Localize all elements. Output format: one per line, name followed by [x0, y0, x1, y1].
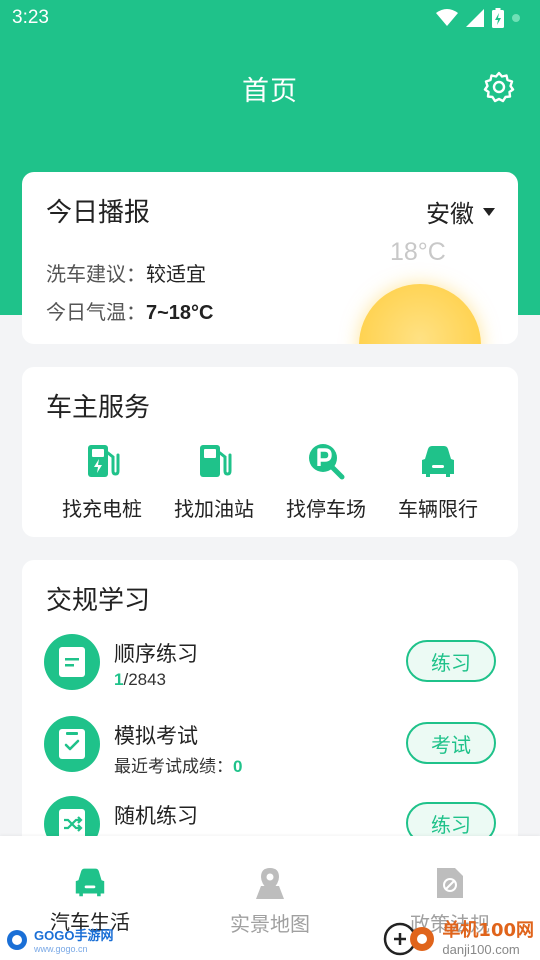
car-icon	[75, 868, 105, 897]
study-name: 模拟考试	[114, 724, 198, 748]
study-card-title: 交规学习	[46, 586, 151, 616]
service-gas-station[interactable]: 找加油站	[158, 441, 270, 522]
exam-score: 最近考试成绩：0	[114, 752, 242, 777]
temperature-label: 今日气温：	[46, 300, 146, 324]
owner-services-card: 车主服务 找充电桩 找加油站 找停车场 车辆限行	[22, 367, 518, 537]
service-charging-station[interactable]: 找充电桩	[46, 441, 158, 522]
policy-document-icon	[437, 868, 463, 898]
watermark-gogo: GOGO手游网 www.gogo.cn	[6, 925, 113, 954]
watermark-danji100-title: 单机100网	[442, 920, 534, 941]
today-report-card: 今日播报 安徽 18°C 洗车建议：较适宜 今日气温：7~18°C	[22, 172, 518, 344]
progress-total: /2843	[123, 670, 167, 689]
gogo-logo-icon	[7, 929, 27, 950]
watermark-danji100-url: danji100.com	[442, 942, 520, 957]
gear-icon[interactable]	[482, 70, 516, 104]
notification-dot-icon	[512, 14, 520, 22]
watermark-gogo-text: GOGO手游网	[34, 928, 114, 943]
study-progress: 1/2843	[114, 670, 166, 690]
wifi-icon	[436, 9, 458, 26]
car-wash-label: 洗车建议：	[46, 262, 146, 286]
charging-station-icon	[88, 445, 120, 477]
shuffle-icon	[59, 809, 85, 839]
study-name: 随机练习	[114, 804, 198, 828]
map-pin-icon	[256, 868, 284, 899]
study-icon-circle	[44, 634, 100, 690]
nav-label: 实景地图	[230, 912, 310, 936]
services-card-title: 车主服务	[46, 393, 151, 423]
gas-station-icon	[200, 445, 232, 477]
traffic-rules-card: 交规学习 顺序练习 1/2843 练习 模拟考试 最近考试成绩：0 考试 随机练…	[22, 560, 518, 850]
region-selector[interactable]: 安徽	[426, 194, 496, 229]
status-time: 3:23	[12, 7, 49, 28]
study-row-sequential[interactable]: 顺序练习 1/2843 练习	[44, 634, 496, 690]
exam-score-label: 最近考试成绩：	[114, 757, 233, 777]
car-icon	[422, 446, 454, 477]
caret-down-icon	[483, 207, 495, 216]
temperature-value: 7~18°C	[146, 302, 214, 324]
service-label: 找停车场	[286, 497, 366, 521]
current-temperature: 18°C	[390, 238, 446, 266]
car-wash-value: 较适宜	[146, 262, 206, 286]
today-card-title: 今日播报	[46, 198, 151, 228]
page-title: 首页	[242, 75, 298, 107]
watermark-gogo-url: www.gogo.cn	[34, 944, 88, 954]
title-bar: 首页	[0, 60, 540, 116]
status-bar: 3:23	[0, 0, 540, 36]
services-grid: 找充电桩 找加油站 找停车场 车辆限行	[22, 441, 518, 522]
practice-button[interactable]: 练习	[406, 640, 496, 682]
service-label: 找充电桩	[62, 497, 142, 521]
danji100-logo-icon	[384, 922, 435, 955]
nav-tab-live-map[interactable]: 实景地图	[180, 866, 360, 937]
watermark-danji100: 单机100网 danji100.com	[382, 916, 534, 957]
region-label: 安徽	[426, 200, 474, 228]
exam-button[interactable]: 考试	[406, 722, 496, 764]
study-icon-circle	[44, 716, 100, 772]
study-name: 顺序练习	[114, 642, 198, 666]
status-icons	[436, 8, 520, 28]
car-wash-row: 洗车建议：较适宜	[46, 258, 206, 287]
document-icon	[59, 647, 85, 677]
service-label: 车辆限行	[398, 497, 478, 521]
service-vehicle-restriction[interactable]: 车辆限行	[382, 441, 494, 522]
checklist-icon	[59, 729, 85, 759]
temperature-row: 今日气温：7~18°C	[46, 296, 214, 325]
exam-score-value: 0	[233, 757, 243, 776]
service-parking[interactable]: 找停车场	[270, 441, 382, 522]
parking-search-icon	[309, 444, 345, 480]
study-row-mock-exam[interactable]: 模拟考试 最近考试成绩：0 考试	[44, 716, 496, 777]
battery-charging-icon	[492, 8, 504, 28]
cell-signal-icon	[466, 9, 484, 27]
sun-icon	[359, 284, 481, 344]
service-label: 找加油站	[174, 497, 254, 521]
